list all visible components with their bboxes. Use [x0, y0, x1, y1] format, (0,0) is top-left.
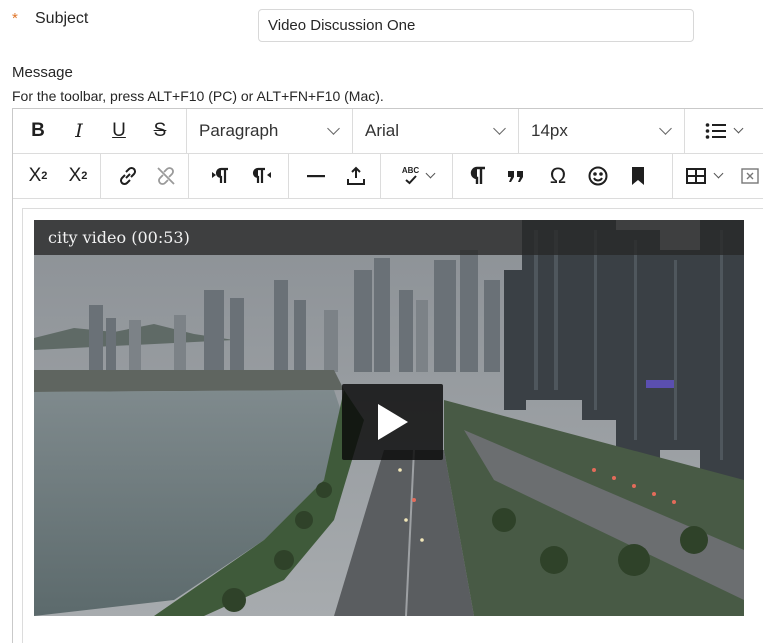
horizontal-line-icon: [307, 175, 325, 178]
unlink-button[interactable]: [149, 160, 183, 192]
strikethrough-button[interactable]: S: [143, 115, 177, 147]
underline-label: U: [112, 120, 126, 141]
toolbar-row-1: B I U S Paragraph Arial 14px: [13, 109, 763, 154]
rich-text-editor: B I U S Paragraph Arial 14px X 2 X 2 ABC…: [12, 108, 763, 643]
spellcheck-group: ABC: [381, 154, 453, 198]
blockquote-button[interactable]: [499, 160, 533, 192]
blockquote-icon: [508, 171, 523, 182]
chevron-down-icon: [659, 122, 672, 135]
chevron-down-icon: [713, 168, 723, 179]
insert-icon: [347, 166, 365, 185]
bullet-list-icon: [705, 123, 726, 139]
ltr-button[interactable]: [203, 160, 237, 192]
italic-button[interactable]: I: [62, 115, 96, 147]
rtl-button[interactable]: [245, 160, 279, 192]
subscript-base: X: [68, 165, 82, 186]
chevron-down-icon: [733, 123, 743, 134]
chevron-down-icon: [493, 122, 506, 135]
strikethrough-label: S: [153, 120, 167, 141]
bullet-list-button[interactable]: [693, 115, 753, 147]
font-size-value: 14px: [531, 121, 568, 140]
video-title-bar: city video (00:53): [34, 220, 744, 255]
special-character-button[interactable]: Ω: [541, 160, 575, 192]
font-family-value: Arial: [365, 121, 400, 140]
unlink-icon: [157, 167, 175, 185]
subscript-button[interactable]: X2: [61, 160, 95, 192]
text-style-group: B I U S: [13, 109, 187, 153]
script-group: X2 X2: [13, 154, 101, 198]
video-title: city video (00:53): [48, 228, 190, 247]
bookmark-button[interactable]: [621, 160, 655, 192]
link-button[interactable]: [111, 160, 145, 192]
ltr-direction-icon: [212, 167, 228, 183]
horizontal-line-button[interactable]: [299, 160, 333, 192]
insert-button[interactable]: [339, 160, 373, 192]
rtl-direction-icon: [252, 167, 271, 183]
insert-group: [289, 154, 381, 198]
superscript-base: X: [28, 165, 42, 186]
bold-label: B: [31, 120, 45, 141]
subject-row: * Subject: [0, 0, 763, 50]
table-button[interactable]: [677, 160, 729, 192]
embedded-video[interactable]: city video (00:53): [34, 220, 744, 616]
misc-group: Ω: [453, 154, 673, 198]
italic-label: I: [75, 120, 83, 142]
subject-input[interactable]: [258, 9, 694, 42]
bold-button[interactable]: B: [21, 115, 55, 147]
bookmark-icon: [632, 167, 644, 185]
chevron-down-icon: [327, 122, 340, 135]
link-icon: [119, 166, 137, 186]
chevron-down-icon: [425, 168, 436, 179]
spellcheck-button[interactable]: ABC: [389, 160, 447, 192]
play-button[interactable]: [342, 384, 443, 460]
subscript-mark: 2: [81, 170, 88, 182]
clear-format-button[interactable]: [733, 160, 763, 192]
spellcheck-icon: ABC: [402, 167, 419, 185]
required-indicator: *: [12, 10, 18, 27]
superscript-button[interactable]: X2: [21, 160, 55, 192]
omega-icon: Ω: [549, 163, 567, 188]
block-format-select[interactable]: Paragraph: [187, 109, 353, 153]
editor-content[interactable]: city video (00:53): [22, 208, 763, 643]
block-format-value: Paragraph: [199, 121, 279, 140]
paragraph-mark-button[interactable]: [461, 160, 495, 192]
table-icon: [685, 168, 706, 184]
paragraph-mark-icon: [470, 166, 485, 184]
emoji-icon: [588, 166, 608, 186]
font-size-select[interactable]: 14px: [519, 109, 685, 153]
message-label: Message: [12, 64, 73, 81]
subject-label: Subject: [35, 10, 89, 27]
spellcheck-badge: ABC: [401, 166, 420, 175]
clear-format-icon: [741, 168, 759, 184]
emoticon-button[interactable]: [581, 160, 615, 192]
toolbar-row-2: X2 X2 ABC Ω: [13, 154, 763, 199]
font-family-select[interactable]: Arial: [353, 109, 519, 153]
link-group: [101, 154, 189, 198]
underline-button[interactable]: U: [102, 115, 136, 147]
direction-group: [189, 154, 289, 198]
play-icon: [377, 404, 408, 440]
toolbar-hint: For the toolbar, press ALT+F10 (PC) or A…: [12, 88, 384, 104]
superscript-mark: 2: [41, 170, 48, 182]
